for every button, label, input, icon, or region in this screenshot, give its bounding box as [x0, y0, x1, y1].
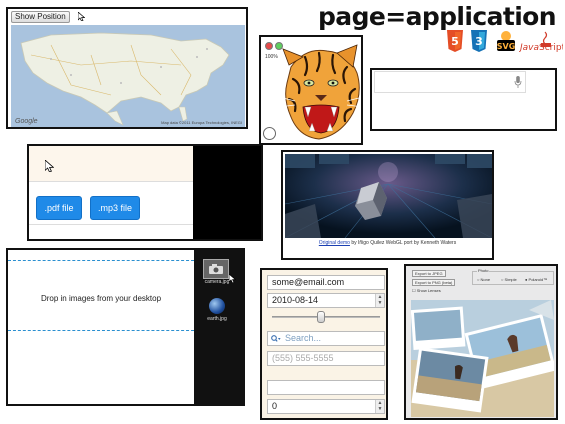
- svg-text:SVG: SVG: [497, 42, 516, 51]
- form-inputs-panel: some@email.com 2010-08-14 ▲ ▼ Search... (…: [260, 268, 388, 420]
- svg-logo-icon: SVG: [497, 31, 516, 51]
- camera-photo-panel: Export to JPEG Export to PNG (beta) ☐ Sh…: [404, 264, 558, 420]
- svg-text:Java: Java: [519, 43, 539, 52]
- svg-text:3: 3: [475, 35, 483, 48]
- search-field[interactable]: Search...: [267, 331, 385, 346]
- mp3-file-button[interactable]: .mp3 file: [90, 196, 140, 220]
- map-credit: Map data ©2011 Europa Technologies, INEG…: [161, 120, 242, 125]
- speech-input-panel: [370, 68, 557, 131]
- photo-option-polaroid[interactable]: ● Polaroid™: [525, 277, 547, 282]
- svg-text:Script: Script: [539, 43, 563, 52]
- html5-logo-icon: 5: [447, 30, 463, 52]
- email-field[interactable]: some@email.com: [267, 275, 385, 290]
- webgl-caption: Original demo by Iñigo Quilez WebGL port…: [283, 240, 492, 246]
- search-icon: [271, 335, 281, 342]
- mouse-cursor-icon: [229, 274, 236, 283]
- mouse-cursor-icon: [45, 160, 54, 172]
- show-lenses-label: Show Lenses: [416, 288, 441, 293]
- export-png-button[interactable]: Export to PNG (beta): [412, 279, 456, 286]
- pdf-file-button[interactable]: .pdf file: [36, 196, 82, 220]
- google-watermark: Google: [15, 118, 38, 125]
- photo-style-group: Photo ○ None ○ Simple ● Polaroid™: [472, 268, 554, 285]
- option-label: None: [480, 277, 491, 282]
- option-label: Simple: [504, 277, 517, 282]
- zoom-out-button[interactable]: [265, 42, 273, 50]
- show-position-button[interactable]: Show Position: [11, 11, 70, 23]
- drop-zone-message: Drop in images from your desktop: [40, 294, 162, 303]
- text-field[interactable]: [267, 380, 385, 395]
- slider-thumb[interactable]: [317, 311, 325, 323]
- drop-zone-border-bottom: [8, 330, 194, 331]
- divider: [29, 224, 193, 225]
- webgl-demo-panel: Original demo by Iñigo Quilez WebGL port…: [281, 150, 494, 260]
- camera-icon: [209, 264, 223, 274]
- export-jpeg-button[interactable]: Export to JPEG: [412, 270, 446, 277]
- drag-drop-panel: Drop in images from your desktop camera.…: [6, 248, 245, 406]
- microphone-icon[interactable]: [514, 76, 522, 88]
- show-lenses-checkbox[interactable]: ☐ Show Lenses: [412, 288, 441, 293]
- javascript-logo-icon: Java Script: [519, 31, 563, 52]
- search-placeholder: Search...: [285, 333, 322, 343]
- drop-zone-border-top: [8, 260, 194, 261]
- svg-tiger-panel: 100%: [259, 35, 363, 145]
- original-demo-link[interactable]: Original demo: [319, 240, 350, 246]
- drop-zone[interactable]: Drop in images from your desktop: [8, 250, 194, 404]
- camera-thumbnail[interactable]: [203, 259, 229, 279]
- earth-thumbnail[interactable]: [209, 298, 225, 314]
- webgl-scene: [285, 154, 492, 238]
- dark-sidebar: [193, 146, 261, 239]
- number-value: 0: [272, 401, 278, 411]
- number-spinner[interactable]: ▲ ▼: [375, 400, 384, 413]
- phone-field[interactable]: (555) 555-5555: [267, 351, 385, 366]
- option-label: Polaroid™: [528, 277, 548, 282]
- range-slider[interactable]: [272, 311, 380, 323]
- us-map-land: [20, 32, 230, 126]
- mouse-cursor-icon: [78, 12, 85, 21]
- geolocation-map-panel: Show Position Google Map data ©2011 Euro…: [6, 7, 248, 129]
- date-spinner[interactable]: ▲ ▼: [375, 294, 384, 307]
- webgl-credit: by Iñigo Quilez WebGL port by Kenneth Wa…: [349, 240, 457, 246]
- photo-collage: [411, 300, 554, 417]
- tiger-illustration: [278, 44, 361, 140]
- thumbnail-label: earth.jpg: [207, 316, 227, 322]
- page-title: page=application: [318, 2, 557, 31]
- photo-option-none[interactable]: ○ None: [477, 277, 490, 282]
- file-download-panel: .pdf file .mp3 file: [27, 144, 263, 241]
- date-field[interactable]: 2010-08-14 ▲ ▼: [267, 293, 385, 308]
- camera-viewport[interactable]: [411, 300, 554, 417]
- pan-control[interactable]: [263, 127, 276, 140]
- css3-logo-icon: 3: [471, 30, 487, 52]
- webgl-canvas[interactable]: [285, 154, 492, 238]
- photo-option-simple[interactable]: ○ Simple: [501, 277, 517, 282]
- map-view[interactable]: Google Map data ©2011 Europa Technologie…: [11, 25, 245, 127]
- speech-input[interactable]: [374, 71, 526, 93]
- file-panel-header: [29, 146, 193, 182]
- slider-track: [272, 316, 380, 318]
- number-field[interactable]: 0 ▲ ▼: [267, 399, 385, 414]
- svg-text:5: 5: [451, 35, 459, 48]
- thumbnail-sidebar: camera.jpg earth.jpg: [194, 250, 243, 404]
- date-value: 2010-08-14: [272, 295, 319, 305]
- photo-group-label: Photo: [477, 268, 490, 273]
